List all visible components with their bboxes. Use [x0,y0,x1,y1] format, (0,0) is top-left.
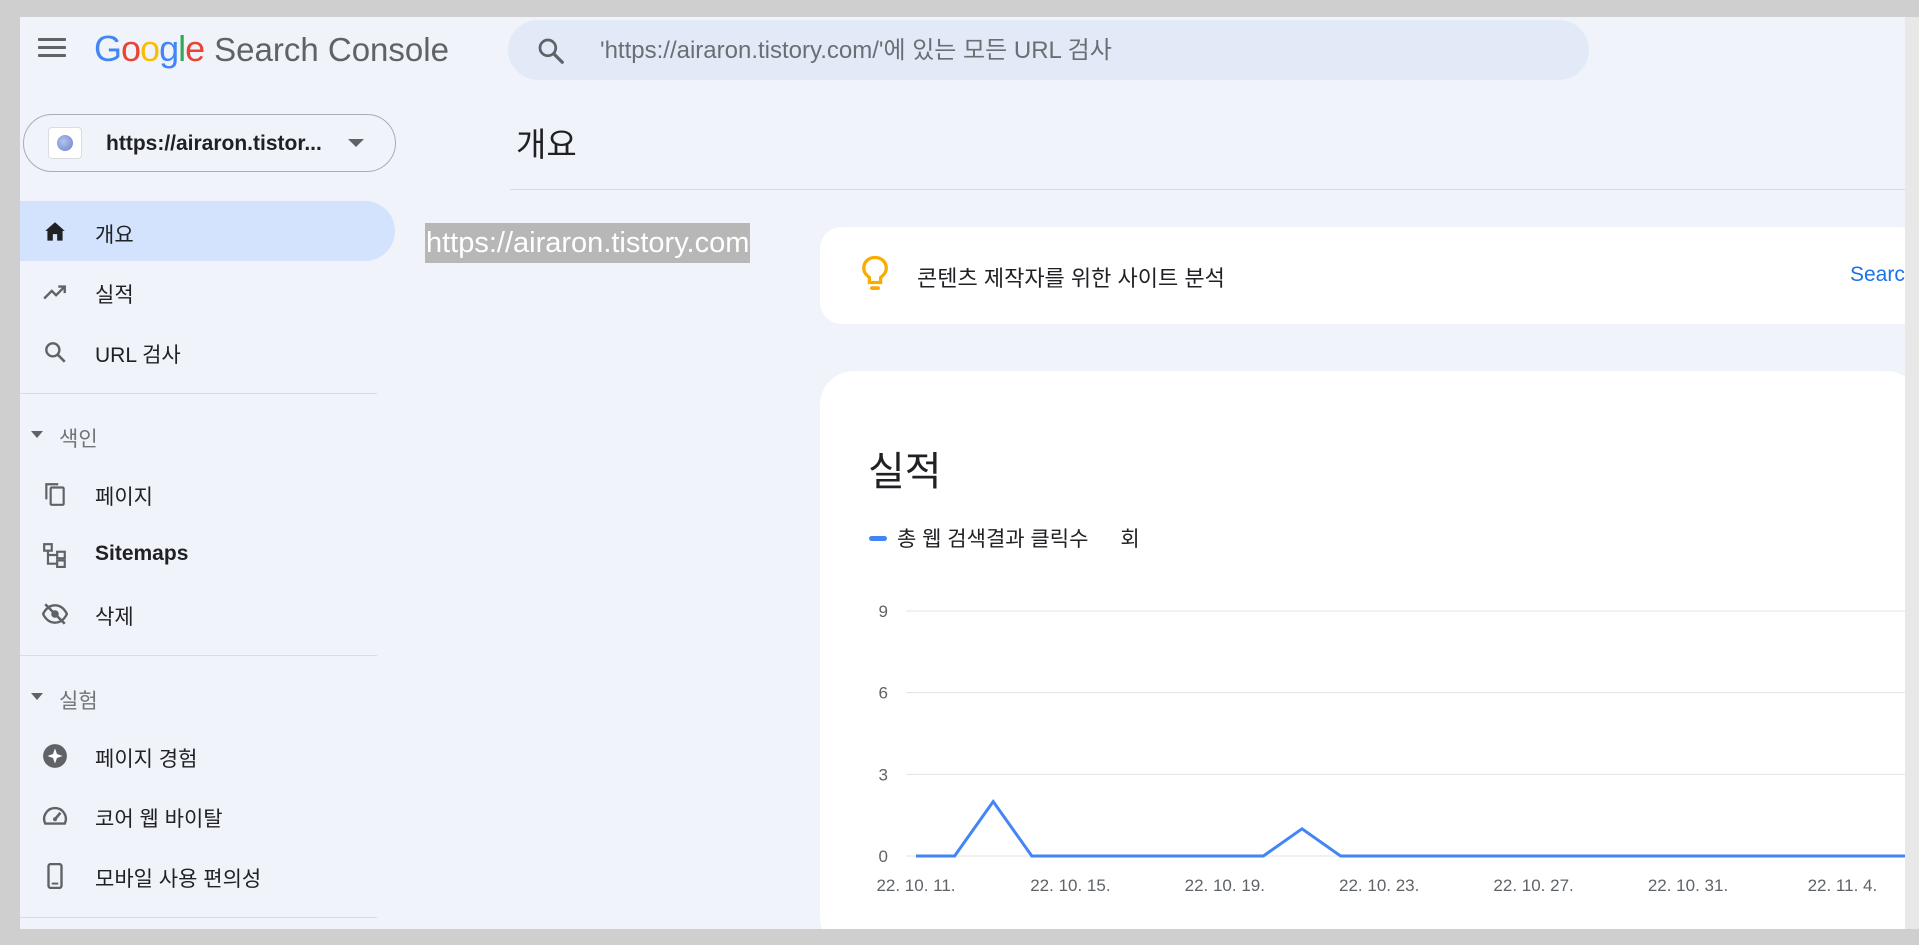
caret-down-icon [31,693,43,700]
lightbulb-icon [862,255,888,290]
x-tick-label: 22. 10. 19. [1185,876,1265,895]
series-line-clicks [916,798,1905,858]
page-title: 개요 [516,126,577,163]
sidebar-item-label: 코어 웹 바이탈 [95,808,223,831]
section-toggle-experience[interactable]: 실험 [20,679,320,719]
y-tick-label: 6 [879,684,888,703]
y-tick-label: 9 [879,602,888,621]
section-label: 색인 [59,428,98,451]
sidebar-item-label: 모바일 사용 편의성 [95,868,262,891]
sidebar-item-core-web-vitals[interactable]: 코어 웹 바이탈 [20,785,395,845]
sidebar-divider [20,655,377,656]
property-selector[interactable]: https://airaron.tistor... [23,114,396,172]
speedometer-icon [42,806,68,825]
chevron-down-icon [348,139,364,147]
performance-card: 실적 총 웹 검색결과 클릭수 회 0 3 6 9 22. 10. 11. 22. 10.… [820,371,1905,929]
x-tick-label: 22. 10. 11. [876,876,955,895]
x-tick-label: 22. 10. 15. [1030,876,1110,895]
sidebar-item-sitemaps[interactable]: Sitemaps [20,524,395,584]
sidebar-item-mobile-usability[interactable]: 모바일 사용 편의성 [20,845,395,905]
sidebar-item-removals[interactable]: 삭제 [20,583,395,643]
eye-off-icon [42,603,68,625]
sidebar-item-page-experience[interactable]: 페이지 경험 [20,725,395,785]
main-menu-button[interactable] [38,35,66,59]
trending-up-icon [43,285,66,300]
menu-icon [38,38,66,41]
search-console-app: Google Search Console https://airaron.ti… [20,17,1905,929]
y-tick-label: 3 [879,765,888,784]
url-inspect-input[interactable] [598,32,1502,70]
selected-url-label: https://airaron.tistory.com [425,223,751,263]
sitemap-icon [43,543,66,568]
sidebar-divider [20,393,377,394]
insights-card: 콘텐츠 제작자를 위한 사이트 분석 Search [820,227,1905,324]
sidebar-item-label: 개요 [95,224,134,247]
pages-icon [45,483,65,506]
phone-icon [47,863,63,889]
google-logo-text: Google [94,28,205,69]
y-tick-label: 0 [879,847,888,866]
sidebar-item-url-inspection[interactable]: URL 검사 [20,321,395,381]
title-divider [510,189,1905,190]
x-tick-label: 22. 10. 31. [1648,876,1728,895]
legend-label: 총 웹 검색결과 클릭수 [897,528,1089,551]
caret-down-icon [31,431,43,438]
insights-text: 콘텐츠 제작자를 위한 사이트 분석 [917,266,1225,291]
legend-unit: 회 [1120,528,1140,551]
star-badge-icon [43,744,67,768]
x-tick-label: 22. 11. 4. [1808,876,1878,895]
search-icon[interactable] [536,36,566,66]
search-console-insights-link[interactable]: Search [1850,263,1905,287]
sidebar-item-performance[interactable]: 실적 [20,261,395,321]
sidebar-item-pages[interactable]: 페이지 [20,463,395,523]
sidebar-item-label: 페이지 경험 [95,748,198,771]
sidebar-item-label: URL 검사 [95,344,181,367]
search-icon [45,342,66,363]
sidebar-item-overview[interactable]: 개요 [20,201,395,261]
chart-legend: 총 웹 검색결과 클릭수 회 [869,523,1140,553]
sidebar-item-label: 삭제 [95,606,134,629]
section-toggle-index[interactable]: 색인 [20,417,320,457]
search-console-logo[interactable]: Google Search Console [94,28,449,69]
clicks-line-chart: 0 3 6 9 22. 10. 11. 22. 10. 15. 22. 10. 19. 22.… [876,602,1905,895]
property-label: https://airaron.tistor... [106,132,322,155]
url-inspect-search-bar[interactable] [508,20,1589,80]
window-frame-right [1905,17,1919,929]
x-tick-label: 22. 10. 23. [1339,876,1419,895]
site-favicon-icon [48,127,82,159]
product-name: Search Console [214,31,449,68]
sidebar-item-label: Sitemaps [95,542,189,565]
home-icon [45,222,65,241]
legend-swatch [869,535,887,541]
x-tick-label: 22. 10. 27. [1493,876,1573,895]
section-label: 실험 [59,690,98,713]
sidebar-item-label: 실적 [95,284,134,307]
window-frame-bottom [20,929,1919,945]
sidebar-divider [20,917,377,918]
sidebar-item-label: 페이지 [95,486,153,509]
performance-title: 실적 [868,450,942,494]
